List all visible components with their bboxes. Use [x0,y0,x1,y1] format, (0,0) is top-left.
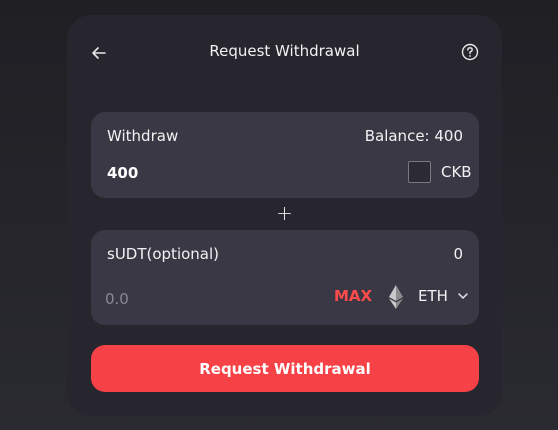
sudt-label: sUDT(optional) [107,245,220,263]
plus-icon: + [276,201,293,225]
ethereum-icon [389,285,403,309]
request-withdrawal-button[interactable]: Request Withdrawal [91,345,479,392]
page-title: Request Withdrawal [209,42,360,60]
withdraw-label: Withdraw [107,127,179,145]
help-button[interactable] [460,42,480,62]
withdrawal-card: Request Withdrawal Withdraw Balance: 400… [67,15,502,416]
withdraw-amount[interactable]: 400 [107,164,138,182]
ckb-token-label: CKB [441,163,472,181]
max-button[interactable]: MAX [334,287,372,305]
balance-text: Balance: 400 [364,127,463,145]
ckb-token-icon [408,161,431,183]
sudt-amount-input[interactable] [105,287,315,311]
sudt-panel: sUDT(optional) 0 MAX ETH [91,230,479,325]
withdraw-panel: Withdraw Balance: 400 400 CKB [91,112,479,198]
eth-token-label: ETH [418,287,448,305]
header: Request Withdrawal [67,15,502,87]
question-circle-icon [461,43,479,61]
sudt-balance: 0 [453,245,463,263]
chevron-down-icon [458,293,468,299]
